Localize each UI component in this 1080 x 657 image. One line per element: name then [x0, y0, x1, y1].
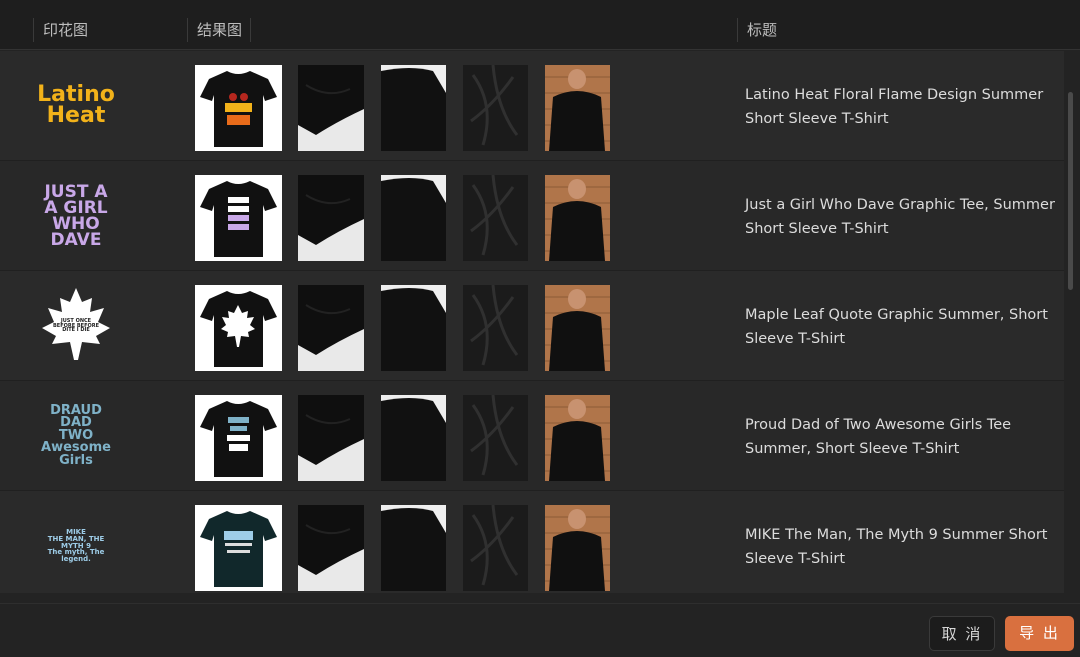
fabric-fold-icon: [298, 65, 364, 135]
header-divider: [33, 18, 34, 42]
scrollbar-thumb[interactable]: [1068, 92, 1073, 290]
fabric-twist-icon: [463, 505, 528, 591]
result-image-model[interactable]: [545, 505, 610, 591]
product-title: Just a Girl Who Dave Graphic Tee, Summer…: [745, 197, 1055, 237]
table-row[interactable]: JUST A A GIRL WHO DAVE Just a Girl Who D…: [0, 161, 1064, 271]
header-divider: [250, 18, 251, 42]
print-image[interactable]: Latino Heat: [36, 63, 116, 149]
fabric-collar-icon: [381, 288, 446, 371]
product-title: MIKE The Man, The Myth 9 Summer Short Sl…: [745, 527, 1048, 567]
result-image-front[interactable]: [195, 285, 282, 371]
print-graphic-text: JUST ONCE BEFORE BEFORE DITE I DIE: [52, 317, 100, 334]
result-image-fabric[interactable]: [463, 285, 528, 371]
result-image-model[interactable]: [545, 395, 610, 481]
table-row[interactable]: MIKE THE MAN, THE MYTH 9 The myth, The l…: [0, 491, 1064, 593]
tshirt-front-icon: [200, 71, 277, 147]
print-image[interactable]: DRAUD DAD TWO Awesome Girls: [36, 393, 116, 479]
print-graphic-text: Latino Heat: [37, 82, 115, 128]
print-graphic-text: DRAUD DAD TWO Awesome Girls: [41, 403, 111, 468]
tshirt-front-icon: [200, 181, 277, 257]
fabric-collar-icon: [381, 68, 446, 151]
product-title: Maple Leaf Quote Graphic Summer, Short S…: [745, 307, 1048, 347]
fabric-fold-icon: [298, 395, 364, 465]
result-image-fabric[interactable]: [463, 65, 528, 151]
model-back-icon: [545, 175, 610, 261]
result-image-front[interactable]: [195, 175, 282, 261]
print-graphic-text: MIKE THE MAN, THE MYTH 9 The myth, The l…: [47, 528, 105, 563]
table-header: 印花图 结果图 标题: [0, 0, 1080, 50]
header-title-column: 标题: [747, 21, 778, 39]
result-image-front[interactable]: [195, 65, 282, 151]
tshirt-front-icon: [200, 401, 277, 477]
model-back-icon: [545, 65, 610, 151]
table-row[interactable]: Latino Heat Latino Heat Floral Flame Des…: [0, 51, 1064, 161]
result-image-front[interactable]: [195, 505, 282, 591]
result-image-fold[interactable]: [298, 65, 364, 151]
result-image-fold[interactable]: [298, 175, 364, 261]
result-image-collar[interactable]: [381, 505, 446, 591]
fabric-twist-icon: [463, 395, 528, 481]
header-divider: [737, 18, 738, 42]
table-row[interactable]: JUST ONCE BEFORE BEFORE DITE I DIE Maple…: [0, 271, 1064, 381]
header-divider: [187, 18, 188, 42]
result-image-model[interactable]: [545, 175, 610, 261]
print-image[interactable]: JUST A A GIRL WHO DAVE: [36, 173, 116, 259]
fabric-fold-icon: [298, 175, 364, 245]
fabric-collar-icon: [381, 508, 446, 591]
fabric-fold-icon: [298, 505, 364, 575]
result-image-fold[interactable]: [298, 505, 364, 591]
header-result-column: 结果图: [197, 21, 243, 39]
fabric-fold-icon: [298, 285, 364, 355]
tshirt-front-icon: [200, 291, 277, 367]
export-button[interactable]: 导 出: [1005, 616, 1074, 651]
table-body[interactable]: Latino Heat Latino Heat Floral Flame Des…: [0, 51, 1064, 593]
print-image[interactable]: JUST ONCE BEFORE BEFORE DITE I DIE: [36, 283, 116, 369]
print-graphic-text: JUST A A GIRL WHO DAVE: [44, 181, 108, 251]
fabric-twist-icon: [463, 65, 528, 151]
result-image-front[interactable]: [195, 395, 282, 481]
model-back-icon: [545, 505, 610, 591]
table-row[interactable]: DRAUD DAD TWO Awesome Girls Proud Dad of…: [0, 381, 1064, 491]
result-image-fold[interactable]: [298, 285, 364, 371]
cancel-button[interactable]: 取 消: [929, 616, 995, 651]
dialog-footer: 取 消 导 出: [0, 603, 1080, 657]
result-image-model[interactable]: [545, 285, 610, 371]
header-print-column: 印花图: [43, 21, 89, 39]
fabric-twist-icon: [463, 175, 528, 261]
model-back-icon: [545, 285, 610, 371]
tshirt-front-icon: [200, 511, 277, 587]
result-image-fabric[interactable]: [463, 505, 528, 591]
fabric-collar-icon: [381, 398, 446, 481]
result-image-model[interactable]: [545, 65, 610, 151]
result-image-collar[interactable]: [381, 175, 446, 261]
result-image-fabric[interactable]: [463, 175, 528, 261]
result-image-collar[interactable]: [381, 285, 446, 371]
fabric-collar-icon: [381, 178, 446, 261]
model-back-icon: [545, 395, 610, 481]
product-title: Proud Dad of Two Awesome Girls Tee Summe…: [745, 417, 1012, 457]
product-title: Latino Heat Floral Flame Design Summer S…: [745, 87, 1044, 127]
fabric-twist-icon: [463, 285, 528, 371]
result-image-fabric[interactable]: [463, 395, 528, 481]
result-image-collar[interactable]: [381, 395, 446, 481]
result-image-fold[interactable]: [298, 395, 364, 481]
result-image-collar[interactable]: [381, 65, 446, 151]
print-image[interactable]: MIKE THE MAN, THE MYTH 9 The myth, The l…: [36, 503, 116, 589]
